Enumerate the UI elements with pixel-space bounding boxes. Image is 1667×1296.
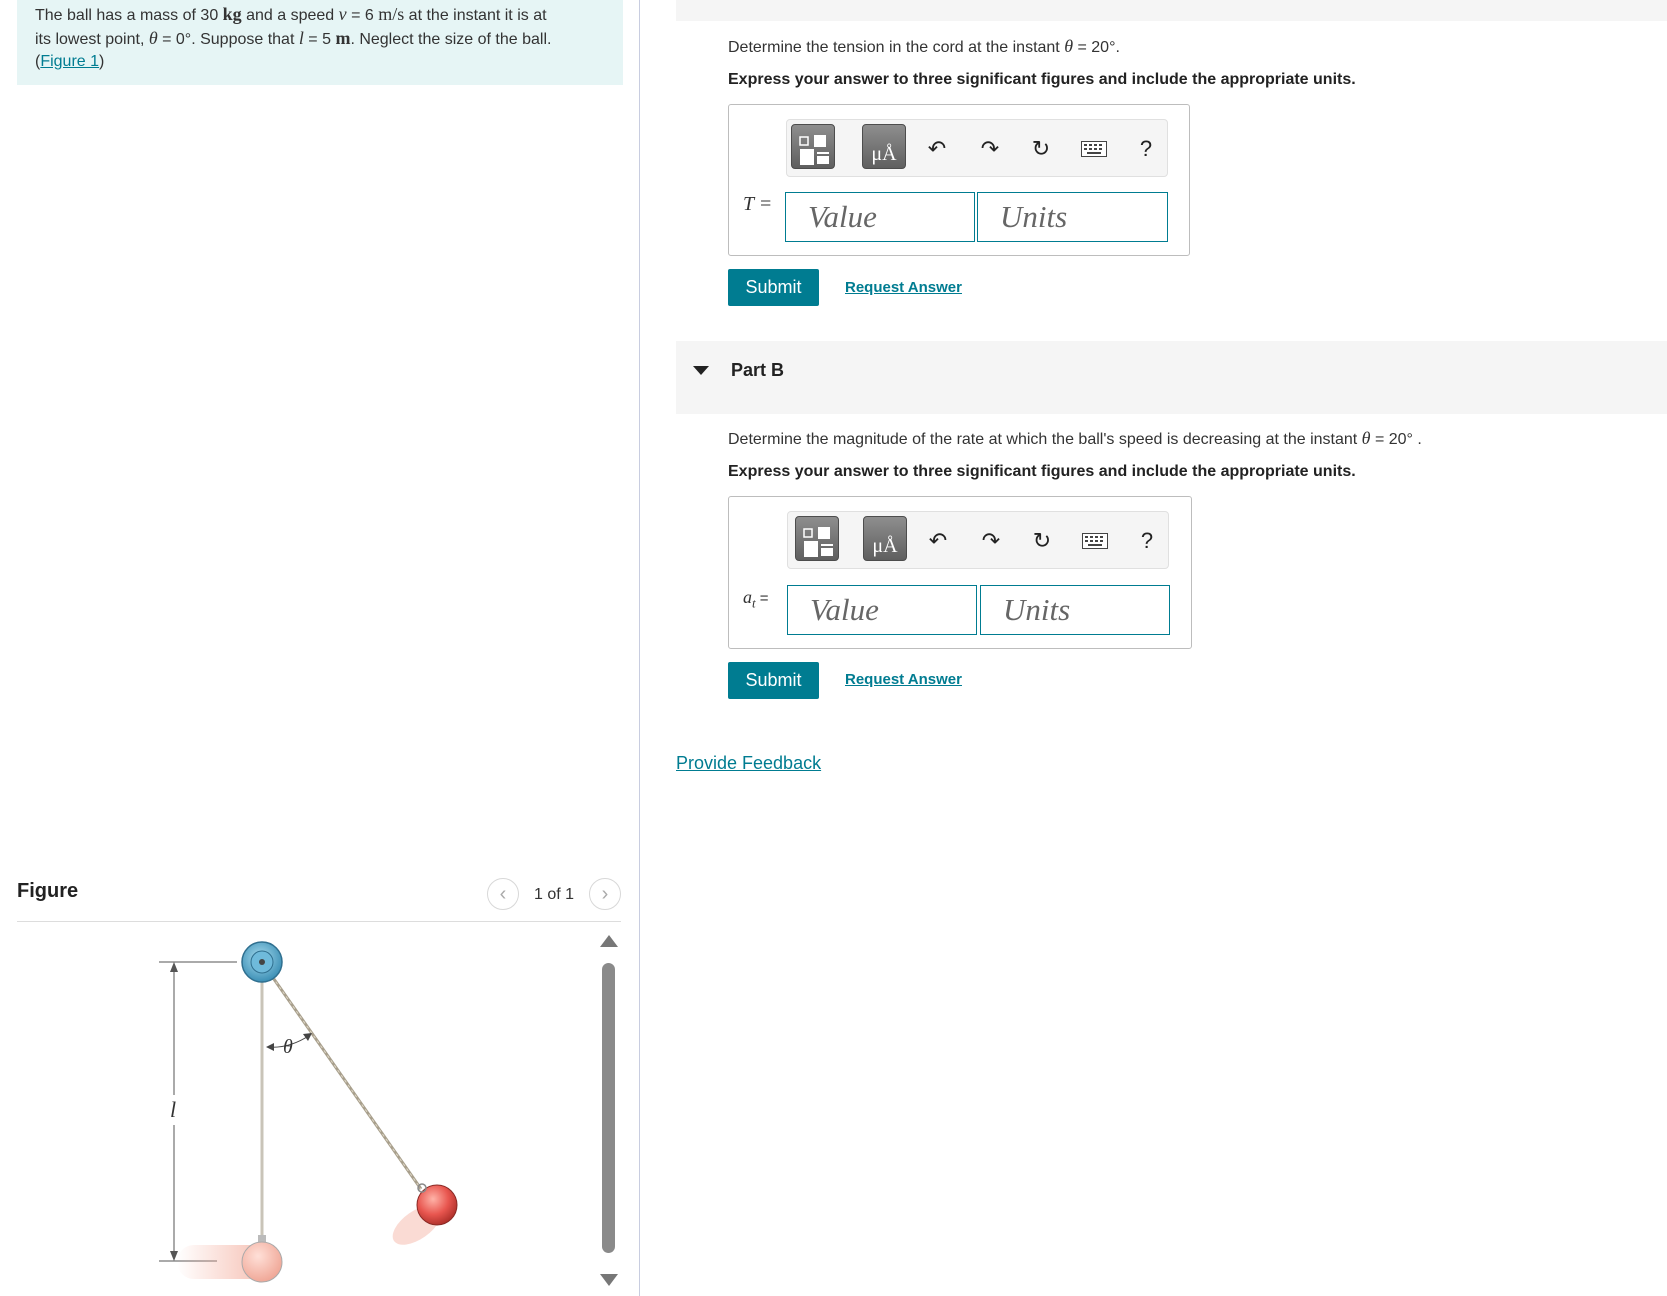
help-icon: ? (1140, 528, 1154, 553)
redo-button[interactable]: ↷ (977, 136, 1003, 162)
request-answer-link[interactable]: Request Answer (845, 671, 962, 688)
problem-text: and a speed (241, 7, 339, 24)
keyboard-button[interactable] (1082, 528, 1108, 554)
figure-prev-button[interactable]: ‹ (487, 878, 519, 910)
redo-button[interactable]: ↷ (978, 528, 1004, 554)
speed-unit: m/s (378, 4, 405, 24)
tension-label: T = (743, 193, 772, 216)
caret-down-icon[interactable] (693, 366, 709, 375)
problem-text: = 0°. Suppose that (157, 31, 299, 48)
value-input[interactable]: Value (785, 192, 975, 242)
arrow-head (303, 1033, 312, 1041)
problem-text: . Neglect the size of the ball. (350, 31, 552, 48)
keyboard-icon (1082, 533, 1108, 549)
problem-text: The ball has a mass of 30 (35, 7, 223, 24)
scrollbar-thumb[interactable] (602, 963, 615, 1253)
reset-button[interactable]: ↻ (1028, 136, 1054, 162)
part-b-instructions: Express your answer to three significant… (728, 463, 1356, 480)
chevron-left-icon: ‹ (499, 883, 507, 905)
problem-text: at the instant it is at (404, 7, 547, 24)
problem-statement: The ball has a mass of 30 kg and a speed… (17, 0, 623, 85)
ball-lowest-position (241, 1241, 283, 1283)
undo-icon: ↶ (927, 136, 947, 161)
undo-button[interactable]: ↶ (924, 136, 950, 162)
variable-label: T = (743, 193, 773, 215)
question-text: = 20° . (1370, 431, 1422, 448)
variable-label: a (743, 587, 752, 607)
units-input[interactable]: Units (977, 192, 1168, 242)
question-text: Determine the magnitude of the rate at w… (728, 431, 1362, 448)
arrow-head (266, 1043, 274, 1051)
part-a-header-band (676, 0, 1667, 21)
ball-swinging (416, 1184, 458, 1226)
figure-heading: Figure (17, 880, 79, 902)
units-icon: μÅ (872, 535, 898, 557)
figure-link[interactable]: Figure 1 (40, 53, 99, 70)
provide-feedback-link[interactable]: Provide Feedback (676, 753, 821, 774)
math-toolbar: μÅ ↶ ↷ ↻ ? (787, 511, 1169, 569)
length-unit: m (335, 28, 351, 48)
part-a-answer-box: μÅ ↶ ↷ ↻ ? T = Value Units (728, 104, 1190, 256)
pivot-pin (259, 959, 265, 965)
part-b-title: Part B (731, 360, 785, 380)
speed-variable: v (338, 4, 347, 24)
value-input[interactable]: Value (787, 585, 977, 635)
pendulum-figure: l θ (159, 941, 458, 1283)
scroll-up-arrow[interactable] (600, 935, 618, 947)
templates-icon (803, 527, 833, 557)
redo-icon: ↷ (980, 136, 1000, 161)
theta-symbol: θ (1064, 36, 1074, 56)
figure-next-button[interactable]: › (589, 878, 621, 910)
pane-divider[interactable] (639, 0, 640, 1296)
units-input[interactable]: Units (980, 585, 1170, 635)
submit-button[interactable]: Submit (728, 269, 819, 306)
figure-divider (17, 921, 621, 922)
acceleration-label: at = (743, 587, 769, 612)
help-button[interactable]: ? (1134, 528, 1160, 554)
arrow-head (170, 1251, 178, 1261)
part-a-question: Determine the tension in the cord at the… (728, 36, 1120, 57)
math-toolbar: μÅ ↶ ↷ ↻ ? (786, 119, 1168, 177)
reset-icon: ↻ (1031, 136, 1051, 161)
templates-icon (799, 135, 829, 165)
request-answer-link[interactable]: Request Answer (845, 279, 962, 296)
theta-symbol: θ (1361, 428, 1371, 448)
part-b-question: Determine the magnitude of the rate at w… (728, 428, 1422, 449)
paren: ) (99, 53, 105, 70)
units-button[interactable]: μÅ (863, 516, 907, 561)
problem-text: its lowest point, (35, 31, 149, 48)
undo-icon: ↶ (928, 528, 948, 553)
theta-symbol: θ (148, 28, 158, 48)
part-a-instructions: Express your answer to three significant… (728, 71, 1356, 88)
theta-label: θ (283, 1036, 293, 1058)
keyboard-icon (1081, 141, 1107, 157)
part-b-answer-box: μÅ ↶ ↷ ↻ ? at = Value Units (728, 496, 1192, 649)
undo-button[interactable]: ↶ (925, 528, 951, 554)
figure-counter: 1 of 1 (534, 886, 575, 903)
part-b-header[interactable] (676, 341, 1667, 414)
equals-sign: = (755, 590, 769, 607)
problem-text: = 5 (303, 31, 336, 48)
help-icon: ? (1139, 136, 1153, 161)
problem-text: = 6 (346, 7, 379, 24)
units-button[interactable]: μÅ (862, 124, 906, 169)
reset-button[interactable]: ↻ (1029, 528, 1055, 554)
question-text: = 20°. (1073, 39, 1120, 56)
scroll-down-arrow[interactable] (600, 1274, 618, 1286)
templates-button[interactable] (791, 124, 835, 169)
redo-icon: ↷ (981, 528, 1001, 553)
units-icon: μÅ (871, 143, 897, 165)
templates-button[interactable] (795, 516, 839, 561)
submit-button[interactable]: Submit (728, 662, 819, 699)
length-label: l (170, 1097, 176, 1122)
reset-icon: ↻ (1032, 528, 1052, 553)
mass-unit: kg (222, 4, 242, 24)
question-text: Determine the tension in the cord at the… (728, 39, 1065, 56)
help-button[interactable]: ? (1133, 136, 1159, 162)
keyboard-button[interactable] (1081, 136, 1107, 162)
arrow-head (170, 962, 178, 972)
chevron-right-icon: › (601, 883, 609, 905)
